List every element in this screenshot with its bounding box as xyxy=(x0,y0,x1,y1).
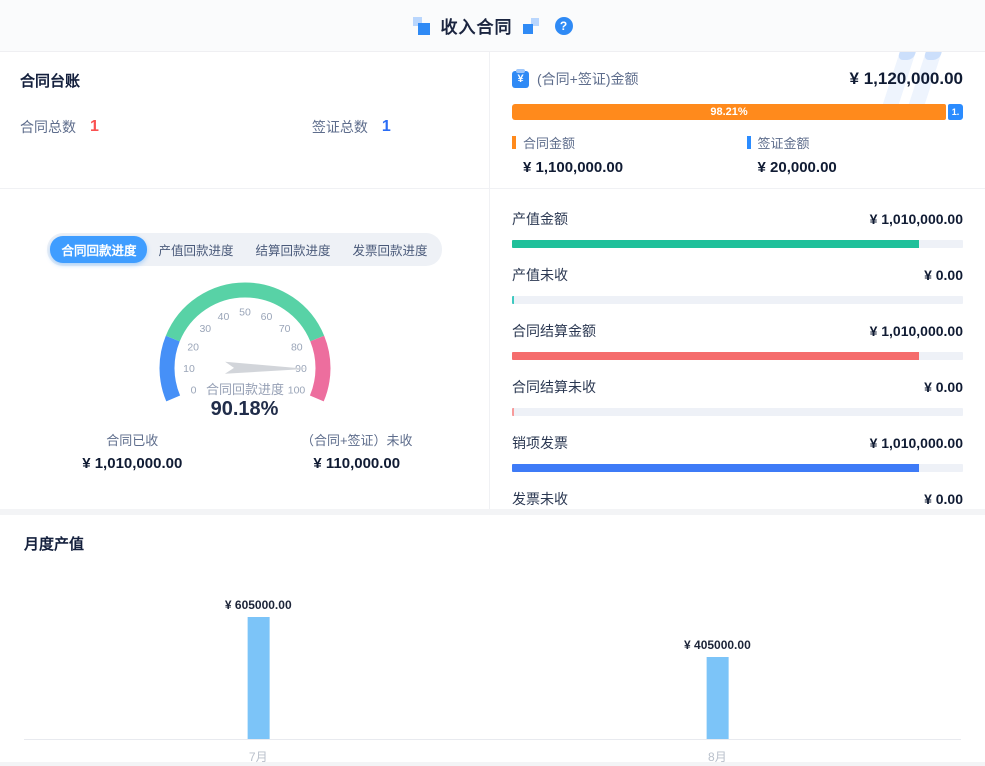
fin-value: ¥ 1,010,000.00 xyxy=(870,211,963,227)
axis-label-august: 8月 xyxy=(708,748,727,765)
help-icon[interactable]: ? xyxy=(555,17,573,35)
bar-group-august: ¥ 405000.00 8月 xyxy=(684,638,751,739)
monthly-output-card: 月度产值 ¥ 605000.00 7月 ¥ 405000.00 8月 xyxy=(0,515,985,762)
total-amount-value: ¥ 1,120,000.00 xyxy=(850,69,963,89)
contract-amount-legend: 合同金额 ¥ 1,100,000.00 xyxy=(512,133,747,176)
fin-label: 发票未收 xyxy=(512,489,568,509)
visa-count-label: 签证总数 xyxy=(312,117,368,137)
visa-count-value: 1 xyxy=(382,118,391,136)
amount-split-progress-bar: 98.21% 1. xyxy=(512,104,963,120)
visa-amount-label: 签证金额 xyxy=(758,133,810,152)
top-section: 合同台账 合同总数 1 签证总数 1 ¥ (合同+签证)金额 ¥ 1,120,0… xyxy=(0,52,985,509)
title-decoration-left-icon xyxy=(413,17,431,35)
svg-text:10: 10 xyxy=(183,363,195,375)
svg-text:100: 100 xyxy=(287,384,305,396)
bar-value-label: ¥ 405000.00 xyxy=(684,638,751,652)
fin-progress-fill xyxy=(512,408,514,416)
fin-row-settlement-unreceived: 合同结算未收 ¥ 0.00 xyxy=(512,377,963,416)
billing-icon: ¥ xyxy=(512,71,529,88)
svg-text:0: 0 xyxy=(190,384,196,396)
fin-progress-fill xyxy=(512,296,514,304)
fin-value: ¥ 0.00 xyxy=(924,267,963,283)
svg-text:20: 20 xyxy=(187,341,199,353)
visa-count-stat: 签证总数 1 xyxy=(312,117,469,137)
ledger-title: 合同台账 xyxy=(20,70,469,91)
fin-progress-track xyxy=(512,240,963,248)
svg-text:40: 40 xyxy=(217,311,229,323)
fin-label: 合同结算金额 xyxy=(512,321,596,341)
fin-progress-track xyxy=(512,408,963,416)
monthly-output-title: 月度产值 xyxy=(24,533,961,554)
svg-text:30: 30 xyxy=(199,323,211,335)
visa-progress-segment: 1. xyxy=(948,104,963,120)
fin-row-output-unreceived: 产值未收 ¥ 0.00 xyxy=(512,265,963,304)
unreceived-label: （合同+签证）未收 xyxy=(245,430,470,449)
gauge-percent-value: 90.18% xyxy=(20,398,469,421)
tab-settlement-repayment[interactable]: 结算回款进度 xyxy=(245,236,342,263)
contract-progress-segment: 98.21% xyxy=(512,104,946,120)
monthly-bar-chart: ¥ 605000.00 7月 ¥ 405000.00 8月 xyxy=(24,572,961,740)
contract-amount-value: ¥ 1,100,000.00 xyxy=(523,159,747,176)
fin-progress-track xyxy=(512,296,963,304)
fin-progress-track xyxy=(512,352,963,360)
svg-text:60: 60 xyxy=(260,311,272,323)
fin-label: 产值未收 xyxy=(512,265,568,285)
fin-row-invoice-unreceived: 发票未收 ¥ 0.00 xyxy=(512,489,963,509)
received-label: 合同已收 xyxy=(20,430,245,449)
tab-contract-repayment[interactable]: 合同回款进度 xyxy=(50,236,147,263)
unreceived-stat: （合同+签证）未收 ¥ 110,000.00 xyxy=(245,430,470,472)
fin-progress-fill xyxy=(512,464,919,472)
repayment-progress-panel: 合同回款进度 产值回款进度 结算回款进度 发票回款进度 010203040506… xyxy=(0,189,490,509)
unreceived-value: ¥ 110,000.00 xyxy=(245,455,470,472)
svg-text:合同回款进度: 合同回款进度 xyxy=(205,382,283,397)
fin-row-output-invoice: 销项发票 ¥ 1,010,000.00 xyxy=(512,433,963,472)
title-decoration-right-icon xyxy=(523,17,541,35)
contract-count-value: 1 xyxy=(90,118,99,136)
received-stat: 合同已收 ¥ 1,010,000.00 xyxy=(20,430,245,472)
page-title: 收入合同 xyxy=(441,13,513,38)
contract-amount-label: 合同金额 xyxy=(523,133,575,152)
fin-label: 产值金额 xyxy=(512,209,568,229)
total-amount-card: ¥ (合同+签证)金额 ¥ 1,120,000.00 98.21% 1. 合同金… xyxy=(490,52,985,189)
svg-text:50: 50 xyxy=(239,307,251,319)
fin-value: ¥ 0.00 xyxy=(924,491,963,507)
fin-progress-fill xyxy=(512,352,919,360)
fin-row-output-amount: 产值金额 ¥ 1,010,000.00 xyxy=(512,209,963,248)
fin-value: ¥ 0.00 xyxy=(924,379,963,395)
contract-count-stat: 合同总数 1 xyxy=(20,117,312,137)
progress-tabs: 合同回款进度 产值回款进度 结算回款进度 发票回款进度 xyxy=(47,233,441,266)
received-value: ¥ 1,010,000.00 xyxy=(20,455,245,472)
gauge-chart: 0102030405060708090100合同回款进度 xyxy=(20,274,469,412)
fin-label: 合同结算未收 xyxy=(512,377,596,397)
bar-group-july: ¥ 605000.00 7月 xyxy=(225,598,292,739)
bar-july xyxy=(247,617,269,739)
total-amount-label: (合同+签证)金额 xyxy=(537,69,639,89)
visa-amount-legend: 签证金额 ¥ 20,000.00 xyxy=(747,133,963,176)
tab-invoice-repayment[interactable]: 发票回款进度 xyxy=(342,236,439,263)
fin-row-settlement-amount: 合同结算金额 ¥ 1,010,000.00 xyxy=(512,321,963,360)
contract-count-label: 合同总数 xyxy=(20,117,76,137)
fin-progress-track xyxy=(512,464,963,472)
fin-progress-fill xyxy=(512,240,919,248)
bar-august xyxy=(706,657,728,739)
tab-output-repayment[interactable]: 产值回款进度 xyxy=(147,236,244,263)
contract-legend-marker xyxy=(512,136,516,149)
axis-label-july: 7月 xyxy=(249,748,268,765)
svg-text:80: 80 xyxy=(290,341,302,353)
contract-ledger-card: 合同台账 合同总数 1 签证总数 1 xyxy=(0,52,490,189)
bar-value-label: ¥ 605000.00 xyxy=(225,598,292,612)
visa-legend-marker xyxy=(747,136,751,149)
visa-amount-value: ¥ 20,000.00 xyxy=(758,159,963,176)
financial-summary-panel: 产值金额 ¥ 1,010,000.00 产值未收 ¥ 0.00 合同结算金额 ¥… xyxy=(490,189,985,509)
svg-text:70: 70 xyxy=(278,323,290,335)
fin-value: ¥ 1,010,000.00 xyxy=(870,435,963,451)
fin-label: 销项发票 xyxy=(512,433,568,453)
app-header: 收入合同 ? xyxy=(0,0,985,52)
fin-value: ¥ 1,010,000.00 xyxy=(870,323,963,339)
